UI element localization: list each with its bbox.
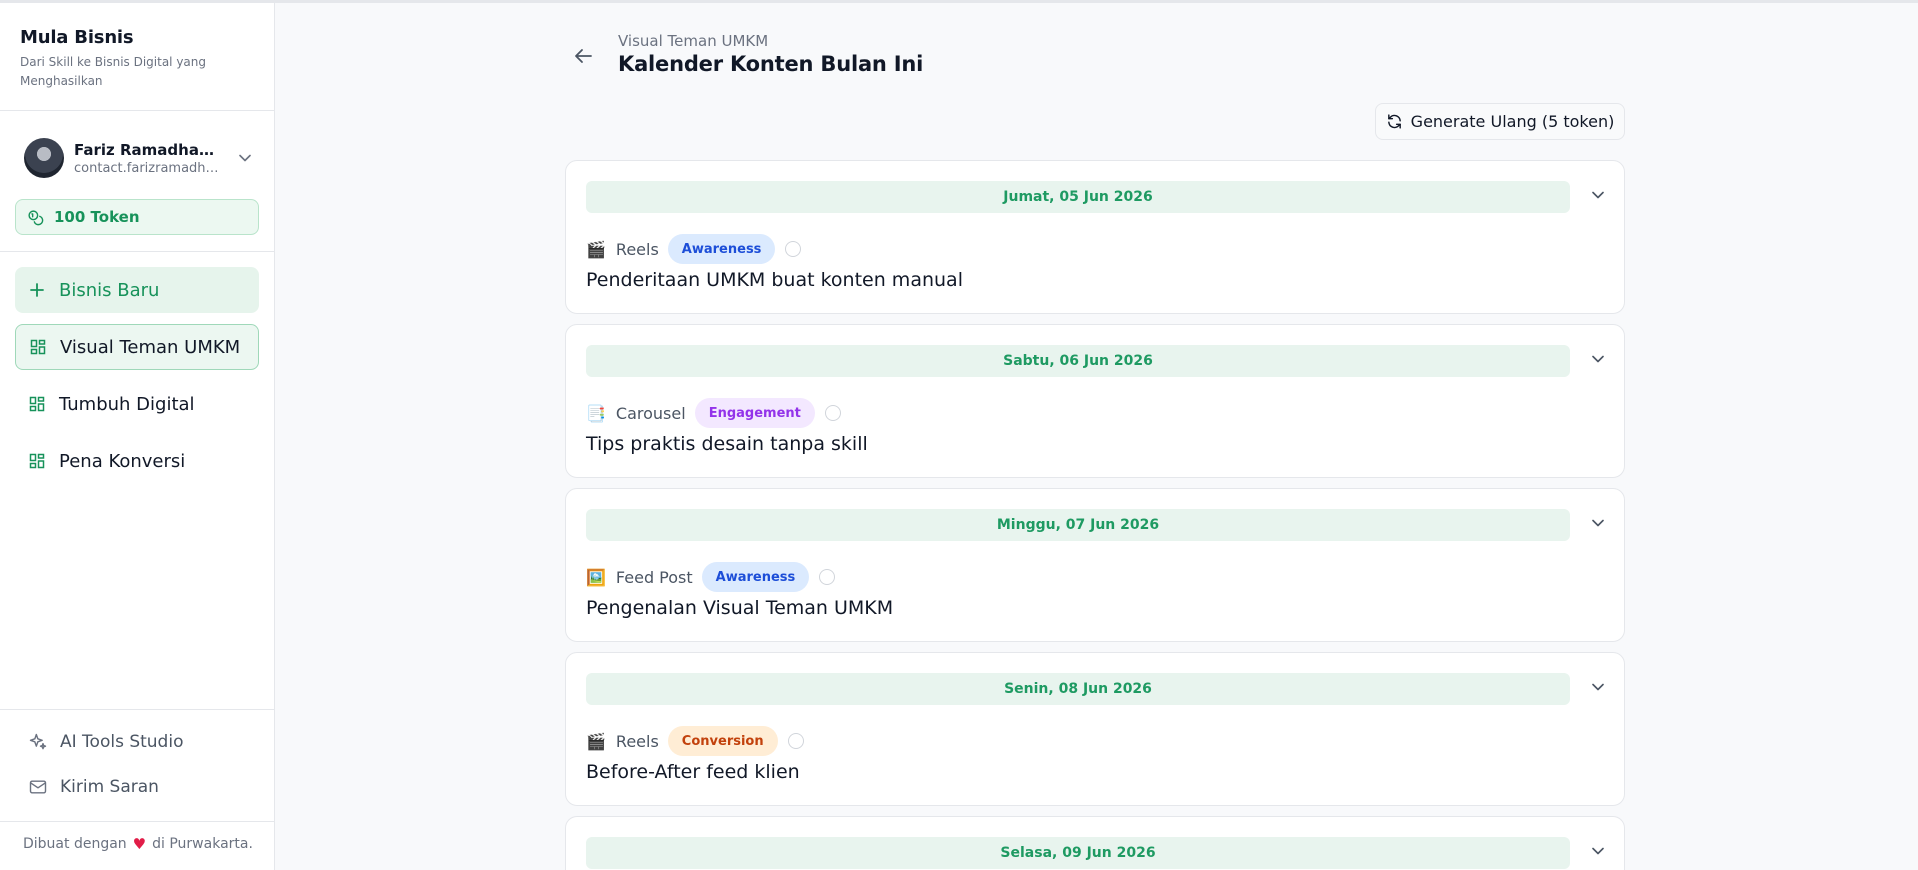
card-title: Pengenalan Visual Teman UMKM [586,597,894,619]
sparkles-icon [29,733,47,750]
footer-text-after: di Purwakarta. [152,836,253,852]
divider [0,821,274,822]
card-title: Before-After feed klien [586,761,800,783]
content-card[interactable]: Jumat, 05 Jun 2026 🎬 Reels Awareness Pen… [565,160,1625,314]
footer-text-before: Dibuat dengan [23,836,127,852]
divider [0,251,274,252]
sidebar-item-label: Pena Konversi [59,450,186,472]
clapper-icon: 🎬 [586,239,606,259]
ai-tools-label: AI Tools Studio [60,732,184,752]
ai-tools-studio-link[interactable]: AI Tools Studio [28,732,183,752]
regenerate-button[interactable]: Generate Ulang (5 token) [1375,103,1625,140]
funnel-badge: Conversion [667,726,778,756]
back-arrow-icon[interactable] [570,43,596,69]
send-feedback-link[interactable]: Kirim Saran [28,777,159,797]
top-border [0,0,1918,3]
brand-subtitle: Dari Skill ke Bisnis Digital yang Mengha… [20,55,207,88]
card-date: Senin, 08 Jun 2026 [586,673,1570,705]
memo-icon: 📑 [586,403,606,423]
profile-email: contact.farizramadha... [74,160,224,176]
content-type: Reels [615,731,659,751]
content-card[interactable]: Selasa, 09 Jun 2026 [565,816,1625,870]
sidebar-item-label: Visual Teman UMKM [60,336,241,358]
sidebar-item-visual-teman-umkm[interactable]: Visual Teman UMKM [15,324,259,370]
content-type: Feed Post [615,567,693,587]
refresh-icon [1387,114,1401,129]
mail-icon [29,780,47,794]
profile-switcher[interactable]: Fariz Ramadhan (... contact.farizramadha… [24,135,258,181]
heart-icon: ♥ [132,835,147,853]
status-checkbox[interactable] [785,241,802,257]
plus-icon [30,283,44,297]
status-checkbox[interactable] [787,733,804,749]
avatar [24,138,64,178]
status-checkbox[interactable] [819,569,836,585]
token-label: 100 Token [54,208,140,226]
card-title: Tips praktis desain tanpa skill [586,433,868,455]
dashboard-icon [30,339,46,355]
card-date: Selasa, 09 Jun 2026 [586,837,1570,869]
funnel-badge: Awareness [667,234,776,264]
chevron-down-icon[interactable] [238,151,252,165]
funnel-badge: Awareness [701,562,810,592]
sidebar-item-pena-konversi[interactable]: Pena Konversi [15,438,259,484]
dashboard-icon [29,396,45,412]
content-card[interactable]: Minggu, 07 Jun 2026 🖼️ Feed Post Awarene… [565,488,1625,642]
sidebar: Mula Bisnis Dari Skill ke Bisnis Digital… [0,3,275,870]
card-date: Sabtu, 06 Jun 2026 [586,345,1570,377]
card-date: Minggu, 07 Jun 2026 [586,509,1570,541]
new-business-label: Bisnis Baru [59,279,160,301]
divider [0,709,274,710]
chevron-down-icon[interactable] [1590,679,1606,695]
breadcrumb: Visual Teman UMKM [618,32,769,50]
footer: Dibuat dengan ♥ di Purwakarta. [23,835,253,853]
new-business-button[interactable]: Bisnis Baru [15,267,259,313]
sidebar-item-tumbuh-digital[interactable]: Tumbuh Digital [15,381,259,427]
coins-icon [28,209,44,225]
brand-title: Mula Bisnis [20,27,134,48]
feedback-label: Kirim Saran [60,777,159,797]
page-header: Visual Teman UMKM Kalender Konten Bulan … [570,32,923,76]
card-title: Penderitaan UMKM buat konten manual [586,269,963,291]
sidebar-item-label: Tumbuh Digital [59,393,195,415]
chevron-down-icon[interactable] [1590,515,1606,531]
regenerate-label: Generate Ulang (5 token) [1410,112,1615,131]
card-date: Jumat, 05 Jun 2026 [586,181,1570,213]
content-card[interactable]: Sabtu, 06 Jun 2026 📑 Carousel Engagement… [565,324,1625,478]
content-type: Carousel [615,403,686,423]
status-checkbox[interactable] [824,405,841,421]
chevron-down-icon[interactable] [1590,843,1606,859]
chevron-down-icon[interactable] [1590,351,1606,367]
dashboard-icon [29,453,45,469]
profile-name: Fariz Ramadhan (... [74,140,224,159]
content-type: Reels [615,239,659,259]
token-balance[interactable]: 100 Token [15,199,259,235]
funnel-badge: Engagement [694,398,815,428]
picture-icon: 🖼️ [586,567,606,587]
chevron-down-icon[interactable] [1590,187,1606,203]
content-card[interactable]: Senin, 08 Jun 2026 🎬 Reels Conversion Be… [565,652,1625,806]
clapper-icon: 🎬 [586,731,606,751]
brand: Mula Bisnis Dari Skill ke Bisnis Digital… [0,3,274,111]
page-title: Kalender Konten Bulan Ini [618,52,924,76]
